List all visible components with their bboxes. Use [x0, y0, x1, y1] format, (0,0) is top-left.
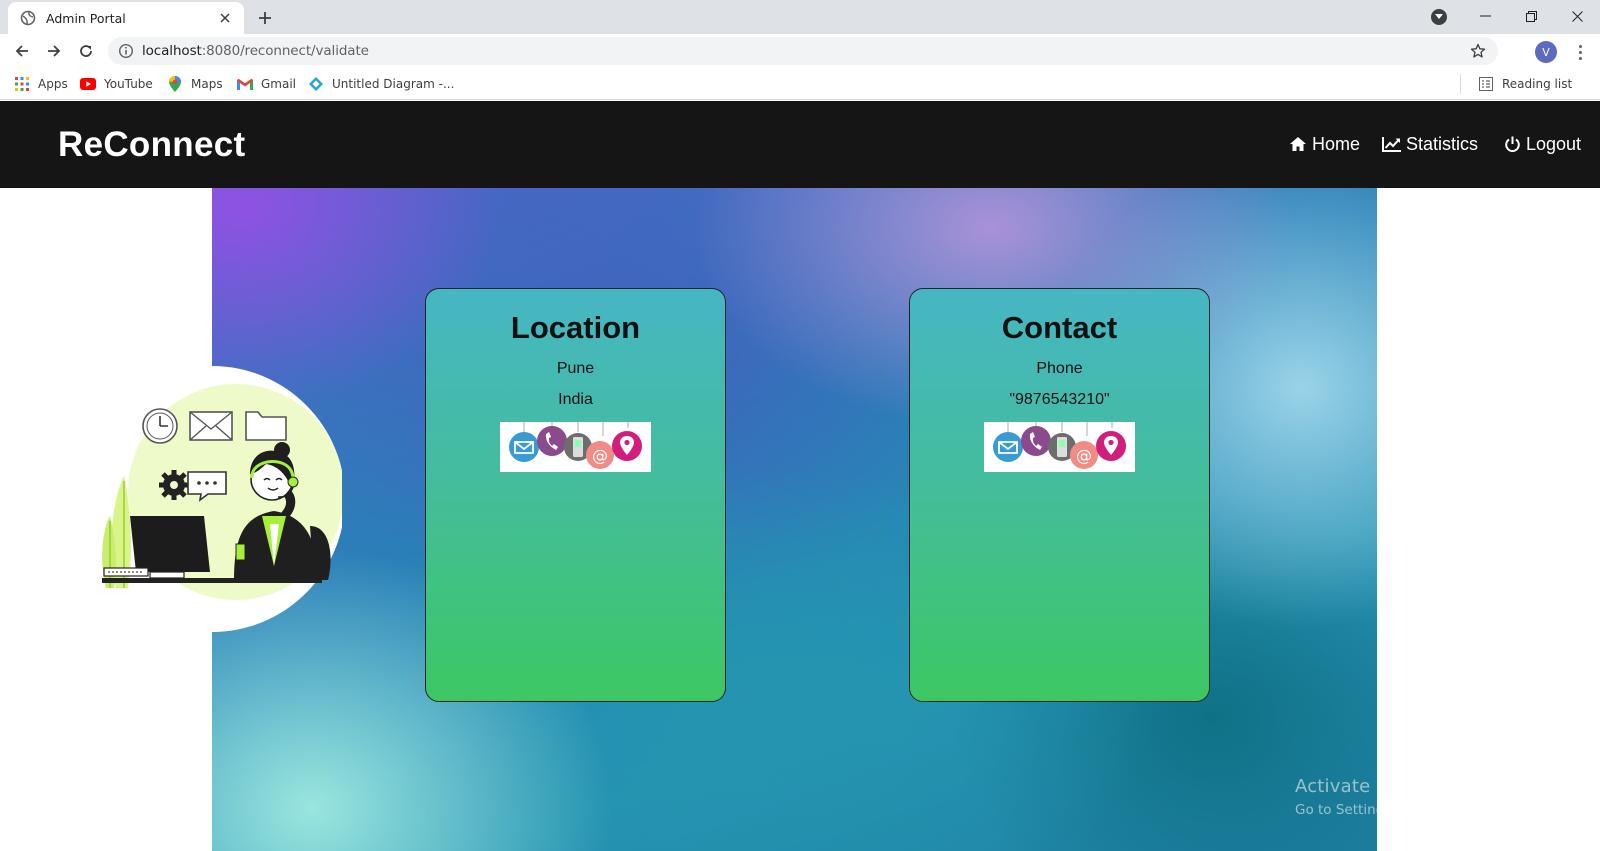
globe-icon [20, 10, 36, 26]
svg-text:@: @ [592, 446, 608, 465]
new-tab-button[interactable] [254, 7, 276, 29]
bookmark-label: Gmail [261, 77, 297, 91]
close-window-button[interactable] [1554, 0, 1600, 32]
restore-button[interactable] [1508, 0, 1554, 32]
contact-tags-icon: @ [500, 422, 651, 472]
nav-logout-label: Logout [1526, 133, 1582, 154]
bookmarks-bar: Apps YouTube Maps Gmail Untitled Diagram… [0, 68, 1600, 100]
profile-avatar[interactable]: V [1535, 41, 1557, 63]
support-agent-illustration [84, 366, 342, 632]
address-bar[interactable]: localhost:8080/reconnect/validate [108, 37, 1498, 65]
nav-home[interactable]: Home [1288, 133, 1360, 155]
watermark-subtitle: Go to Settings to activate Windows. [1295, 802, 1537, 818]
bookmark-gmail[interactable]: Gmail [237, 74, 296, 94]
bookmark-apps[interactable]: Apps [14, 74, 68, 94]
bookmarks-separator [1460, 74, 1461, 94]
reading-list-button[interactable]: Reading list [1478, 74, 1572, 94]
site-info-icon[interactable] [118, 43, 134, 59]
tab-title: Admin Portal [46, 10, 126, 26]
bookmark-youtube[interactable]: YouTube [80, 74, 153, 94]
bookmark-label: Untitled Diagram -... [332, 77, 455, 91]
reading-list-icon [1478, 76, 1494, 92]
browser-tabstrip: Admin Portal [0, 0, 1600, 34]
back-arrow-icon[interactable] [8, 37, 36, 65]
bookmark-label: Apps [38, 77, 68, 91]
forward-arrow-icon[interactable] [40, 37, 68, 65]
youtube-icon [80, 76, 96, 92]
maps-pin-icon [167, 76, 183, 92]
contact-label: Phone [1036, 360, 1083, 377]
close-tab-icon[interactable] [216, 9, 234, 27]
gmail-icon [237, 76, 253, 92]
reading-list-label: Reading list [1502, 77, 1573, 91]
drawio-icon [308, 76, 324, 92]
browser-toolbar: localhost:8080/reconnect/validate V [0, 34, 1600, 68]
tab-search-icon[interactable] [1431, 9, 1447, 25]
line-chart-icon [1382, 135, 1402, 153]
location-card: Location Pune India @ [425, 288, 726, 702]
nav-statistics[interactable]: Statistics [1382, 133, 1478, 155]
hero-background: Location Pune India @ Contact Phone "987… [212, 188, 1377, 851]
nav-logout[interactable]: Logout [1502, 133, 1581, 155]
app-navbar: ReConnect Home Statistics Logout [0, 101, 1600, 188]
apps-grid-icon [14, 76, 30, 92]
brand-logo[interactable]: ReConnect [58, 125, 245, 165]
reload-icon[interactable] [72, 37, 100, 65]
bookmark-star-icon[interactable] [1470, 43, 1486, 59]
contact-card-title: Contact [1001, 310, 1118, 345]
browser-tab[interactable]: Admin Portal [8, 2, 244, 34]
svg-text:@: @ [1076, 446, 1092, 465]
bookmark-label: YouTube [104, 77, 153, 91]
location-city: Pune [556, 360, 595, 377]
url-text: localhost:8080/reconnect/validate [142, 43, 369, 59]
nav-home-label: Home [1312, 133, 1361, 154]
bookmark-label: Maps [191, 77, 223, 91]
minimize-button[interactable] [1462, 0, 1508, 32]
url-path: :8080/reconnect/validate [201, 43, 369, 59]
bookmark-untitled-diagram[interactable]: Untitled Diagram -... [308, 74, 454, 94]
windows-activation-watermark: Activate Windows Go to Settings to activ… [1295, 776, 1537, 818]
kebab-menu-icon[interactable] [1570, 41, 1590, 63]
location-card-title: Location [510, 310, 641, 345]
home-icon [1288, 135, 1308, 153]
nav-statistics-label: Statistics [1406, 133, 1479, 154]
power-icon [1502, 135, 1522, 153]
contact-tags-icon: @ [984, 422, 1135, 472]
contact-phone: "9876543210" [1009, 391, 1110, 408]
location-country: India [558, 391, 593, 408]
bookmark-maps[interactable]: Maps [167, 74, 223, 94]
contact-card: Contact Phone "9876543210" @ [909, 288, 1210, 702]
watermark-title: Activate Windows [1295, 776, 1459, 797]
url-host: localhost [142, 43, 202, 59]
